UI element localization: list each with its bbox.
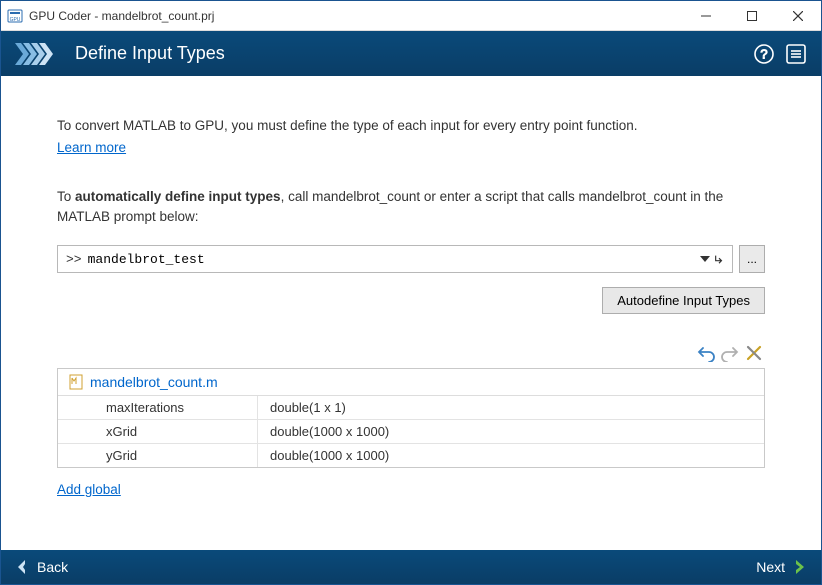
prompt-history-controls[interactable]	[696, 254, 724, 264]
file-name-header[interactable]: mandelbrot_count.m	[58, 369, 764, 396]
intro-text: To convert MATLAB to GPU, you must defin…	[57, 118, 638, 133]
minimize-button[interactable]	[683, 1, 729, 30]
main-content: To convert MATLAB to GPU, you must defin…	[1, 76, 821, 550]
input-type-cell[interactable]: double(1000 x 1000)	[258, 444, 764, 467]
input-name-cell: maxIterations	[58, 396, 258, 419]
add-global-link[interactable]: Add global	[57, 482, 121, 497]
prompt-prefix: >>	[66, 252, 82, 267]
table-row[interactable]: xGrid double(1000 x 1000)	[58, 420, 764, 444]
window-controls	[683, 1, 821, 30]
m-file-icon	[68, 374, 84, 390]
undo-icon[interactable]	[697, 344, 715, 362]
prompt-input[interactable]	[88, 252, 696, 267]
input-name-cell: yGrid	[58, 444, 258, 467]
matlab-prompt[interactable]: >>	[57, 245, 733, 273]
window-title: GPU Coder - mandelbrot_count.prj	[29, 9, 683, 23]
tools-icon[interactable]	[745, 344, 763, 362]
auto-prefix: To	[57, 189, 75, 204]
auto-paragraph: To automatically define input types, cal…	[57, 187, 765, 228]
svg-text:GPU: GPU	[10, 17, 21, 23]
page-title: Define Input Types	[75, 43, 753, 64]
browse-button[interactable]: ...	[739, 245, 765, 273]
input-name-cell: xGrid	[58, 420, 258, 443]
back-label: Back	[37, 559, 68, 575]
table-toolbar	[57, 344, 765, 362]
window-title-bar: GPU GPU Coder - mandelbrot_count.prj	[1, 1, 821, 31]
input-type-cell[interactable]: double(1 x 1)	[258, 396, 764, 419]
auto-bold: automatically define input types	[75, 189, 281, 204]
next-label: Next	[756, 559, 785, 575]
redo-icon[interactable]	[721, 344, 739, 362]
back-button[interactable]: Back	[15, 559, 68, 575]
next-button[interactable]: Next	[756, 559, 807, 575]
autodefine-input-types-button[interactable]: Autodefine Input Types	[602, 287, 765, 314]
wizard-progress-icon	[15, 43, 55, 65]
table-row[interactable]: yGrid double(1000 x 1000)	[58, 444, 764, 467]
gpu-coder-app-icon: GPU	[7, 8, 23, 24]
help-icon[interactable]: ?	[753, 43, 775, 65]
close-button[interactable]	[775, 1, 821, 30]
learn-more-link[interactable]: Learn more	[57, 138, 126, 158]
input-types-table: mandelbrot_count.m maxIterations double(…	[57, 368, 765, 468]
intro-paragraph: To convert MATLAB to GPU, you must defin…	[57, 116, 765, 159]
input-type-cell[interactable]: double(1000 x 1000)	[258, 420, 764, 443]
menu-icon[interactable]	[785, 43, 807, 65]
matlab-prompt-row: >> ...	[57, 245, 765, 273]
svg-text:?: ?	[760, 46, 767, 61]
wizard-header: Define Input Types ?	[1, 31, 821, 76]
file-name-label: mandelbrot_count.m	[90, 374, 218, 390]
table-row[interactable]: maxIterations double(1 x 1)	[58, 396, 764, 420]
wizard-footer: Back Next	[1, 550, 821, 584]
maximize-button[interactable]	[729, 1, 775, 30]
